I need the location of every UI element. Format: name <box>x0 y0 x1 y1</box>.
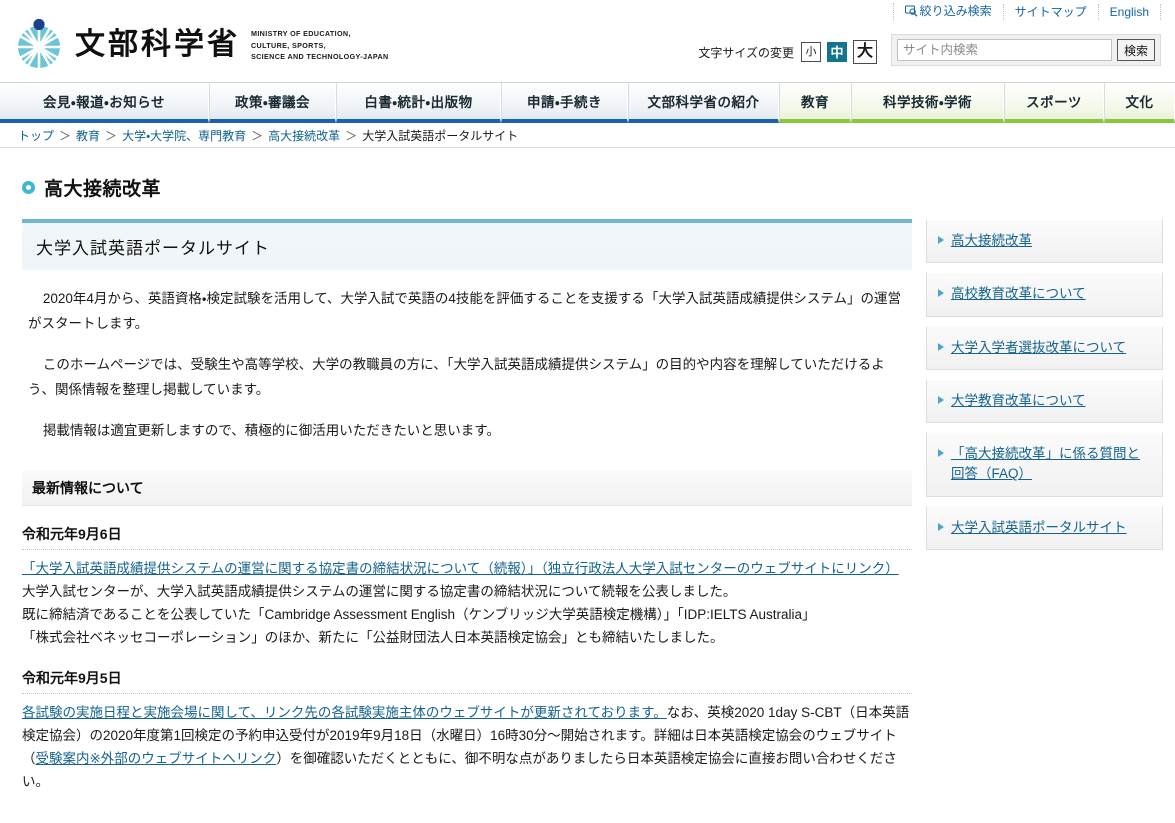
intro-paragraph-2: このホームページでは、受験生や高等学校、大学の教職員の方に、「大学入試英語成績提… <box>28 357 885 397</box>
news-body: 「大学入試英語成績提供システムの運営に関する協定書の締結状況について（続報）」（… <box>22 557 912 650</box>
search-submit-button[interactable]: 検索 <box>1116 39 1155 61</box>
nav-item-4[interactable]: 文部科学省の紹介 <box>628 83 779 123</box>
sidebar-item-label: 「高大接続改革」に係る質問と回答（FAQ） <box>951 446 1140 482</box>
utility-links: 絞り込み検索 サイトマップ English <box>892 3 1161 21</box>
breadcrumb-separator: ＞ <box>59 128 72 143</box>
arrow-right-icon <box>938 289 944 298</box>
breadcrumb-separator: ＞ <box>105 128 118 143</box>
page-layout: 大学入試英語ポータルサイト 2020年4月から、英語資格・検定試験を活用して、大… <box>0 219 1175 794</box>
breadcrumb-item-1[interactable]: 教育 <box>76 127 100 144</box>
logo-japanese-name: 文部科学省 <box>75 26 240 62</box>
breadcrumb: トップ ＞ 教育 ＞ 大学・大学院、専門教育 ＞ 高大接続改革 ＞ 大学入試英語ポータルサイト <box>0 123 1175 147</box>
sidebar-item-label: 大学教育改革について <box>951 392 1086 408</box>
news-item: 令和元年9月6日 「大学入試英語成績提供システムの運営に関する協定書の締結状況に… <box>22 524 912 650</box>
search-input[interactable] <box>897 39 1112 61</box>
font-size-label: 文字サイズの変更 <box>698 45 794 60</box>
arrow-right-icon <box>938 449 944 457</box>
news-primary-link[interactable]: 「大学入試英語成績提供システムの運営に関する協定書の締結状況について（続報）」（… <box>22 561 899 576</box>
utility-link-sitemap[interactable]: サイトマップ <box>1002 4 1098 20</box>
nav-item-label: 教育 <box>801 95 829 110</box>
nav-item-6[interactable]: 科学技術・学術 <box>851 83 1004 123</box>
logo-en-line-1: MINISTRY OF EDUCATION, <box>251 29 351 39</box>
sidebar-item-label: 高大接続改革 <box>951 233 1032 248</box>
sidebar-item-1[interactable]: 高校教育改革について <box>926 272 1163 317</box>
arrow-right-icon <box>938 395 944 404</box>
utility-link-refined-search[interactable]: 絞り込み検索 <box>892 3 1003 21</box>
news-primary-link[interactable]: 各試験の実施日程と実施会場に関して、リンク先の各試験実施主体のウェブサイトが更新… <box>22 705 667 720</box>
logo-en-line-3: SCIENCE AND TECHNOLOGY-JAPAN <box>251 52 389 62</box>
logo-english-name: MINISTRY OF EDUCATION, CULTURE, SPORTS, … <box>251 23 389 63</box>
news-body: 各試験の実施日程と実施会場に関して、リンク先の各試験実施主体のウェブサイトが更新… <box>22 701 912 794</box>
font-size-medium-button[interactable]: 中 <box>827 42 847 62</box>
nav-item-7[interactable]: スポーツ <box>1004 83 1104 123</box>
breadcrumb-separator: ＞ <box>251 128 264 143</box>
sidebar-item-label: 高校教育改革について <box>951 286 1086 302</box>
nav-item-label: 白書・統計・出版物 <box>364 95 473 110</box>
page-title-text: 高大接続改革 <box>44 179 162 200</box>
font-size-large-button[interactable]: 大 <box>853 40 877 64</box>
sidebar-item-5[interactable]: 大学入試英語ポータルサイト <box>926 505 1163 550</box>
magnifier-icon <box>904 5 918 21</box>
news-inline-link[interactable]: 受験案内※外部のウェブサイトへリンク <box>36 751 277 766</box>
arrow-right-icon <box>938 236 944 244</box>
nav-item-5[interactable]: 教育 <box>779 83 851 123</box>
site-logo[interactable]: 文部科学省 MINISTRY OF EDUCATION, CULTURE, SP… <box>12 16 389 70</box>
intro-paragraph-3: 掲載情報は適宜更新しますので、積極的に御活用いただきたいと思います。 <box>42 423 500 439</box>
intro-paragraph-1: 2020年4月から、英語資格・検定試験を活用して、大学入試で英語の4技能を評価す… <box>28 291 901 331</box>
utility-link-refined-search-label: 絞り込み検索 <box>919 4 992 18</box>
sidebar-item-0[interactable]: 高大接続改革 <box>926 219 1163 264</box>
global-navigation: 会見・報道・お知らせ 政策・審議会 白書・統計・出版物 申請・手続き 文部科学省の紹介 教… <box>0 82 1175 123</box>
nav-item-2[interactable]: 白書・統計・出版物 <box>336 83 501 123</box>
sidebar: 高大接続改革高校教育改革について大学入学者選抜改革について 大学教育改革について「… <box>926 219 1163 794</box>
news-date: 令和元年9月5日 <box>22 668 912 694</box>
nav-item-label: 文化 <box>1125 95 1154 110</box>
news-body-line-3: 「株式会社ベネッセコーポレーション」のほか、新たに「公益財団法人日本英語検定協会… <box>22 630 724 646</box>
arrow-right-icon <box>938 522 944 531</box>
utility-link-english[interactable]: English <box>1097 4 1161 20</box>
font-size-small-button[interactable]: 小 <box>801 42 821 62</box>
news-date: 令和元年9月6日 <box>22 524 912 550</box>
sidebar-item-3[interactable]: 大学教育改革について <box>926 378 1163 423</box>
breadcrumb-separator: ＞ <box>345 128 358 143</box>
breadcrumb-item-3[interactable]: 高大接続改革 <box>268 127 340 144</box>
news-body-line-1: 大学入試センターが、大学入試英語成績提供システムの運営に関する協定書の締結状況に… <box>22 584 737 600</box>
news-section-heading: 最新情報について <box>22 470 912 506</box>
nav-item-label: スポーツ <box>1026 95 1082 110</box>
nav-item-3[interactable]: 申請・手続き <box>501 83 628 123</box>
breadcrumb-item-4: 大学入試英語ポータルサイト <box>362 128 519 143</box>
site-search: 検索 <box>891 34 1161 66</box>
nav-item-label: 政策・審議会 <box>234 95 311 110</box>
nav-item-label: 会見・報道・お知らせ <box>43 95 165 110</box>
page-title-bullet-icon <box>22 181 35 194</box>
site-header: 文部科学省 MINISTRY OF EDUCATION, CULTURE, SP… <box>0 0 1175 82</box>
sidebar-item-label: 大学入学者選抜改革について <box>951 339 1127 355</box>
breadcrumb-item-2[interactable]: 大学・大学院、専門教育 <box>122 127 246 144</box>
breadcrumb-divider <box>0 147 1175 148</box>
arrow-right-icon <box>938 342 944 351</box>
mext-emblem-icon <box>12 16 66 70</box>
news-item: 令和元年9月5日 各試験の実施日程と実施会場に関して、リンク先の各試験実施主体の… <box>22 668 912 794</box>
nav-item-1[interactable]: 政策・審議会 <box>209 83 336 123</box>
sidebar-item-4[interactable]: 「高大接続改革」に係る質問と回答（FAQ） <box>926 432 1163 497</box>
nav-item-0[interactable]: 会見・報道・お知らせ <box>0 83 209 123</box>
sidebar-item-label: 大学入試英語ポータルサイト <box>951 519 1127 535</box>
nav-item-8[interactable]: 文化 <box>1104 83 1175 123</box>
font-size-controls: 文字サイズの変更 小 中 大 <box>698 40 883 64</box>
sidebar-item-2[interactable]: 大学入学者選抜改革について <box>926 325 1163 370</box>
main-content: 大学入試英語ポータルサイト 2020年4月から、英語資格・検定試験を活用して、大… <box>22 219 912 794</box>
news-body-line-2: 既に締結済であることを公表していた「Cambridge Assessment E… <box>22 607 816 623</box>
nav-item-label: 文部科学省の紹介 <box>647 95 760 110</box>
logo-en-line-2: CULTURE, SPORTS, <box>251 40 326 50</box>
nav-item-label: 科学技術・学術 <box>882 95 973 110</box>
page-title: 高大接続改革 <box>22 174 1175 201</box>
breadcrumb-item-0[interactable]: トップ <box>18 127 54 144</box>
content-heading: 大学入試英語ポータルサイト <box>22 219 912 270</box>
nav-item-label: 申請・手続き <box>526 95 603 110</box>
